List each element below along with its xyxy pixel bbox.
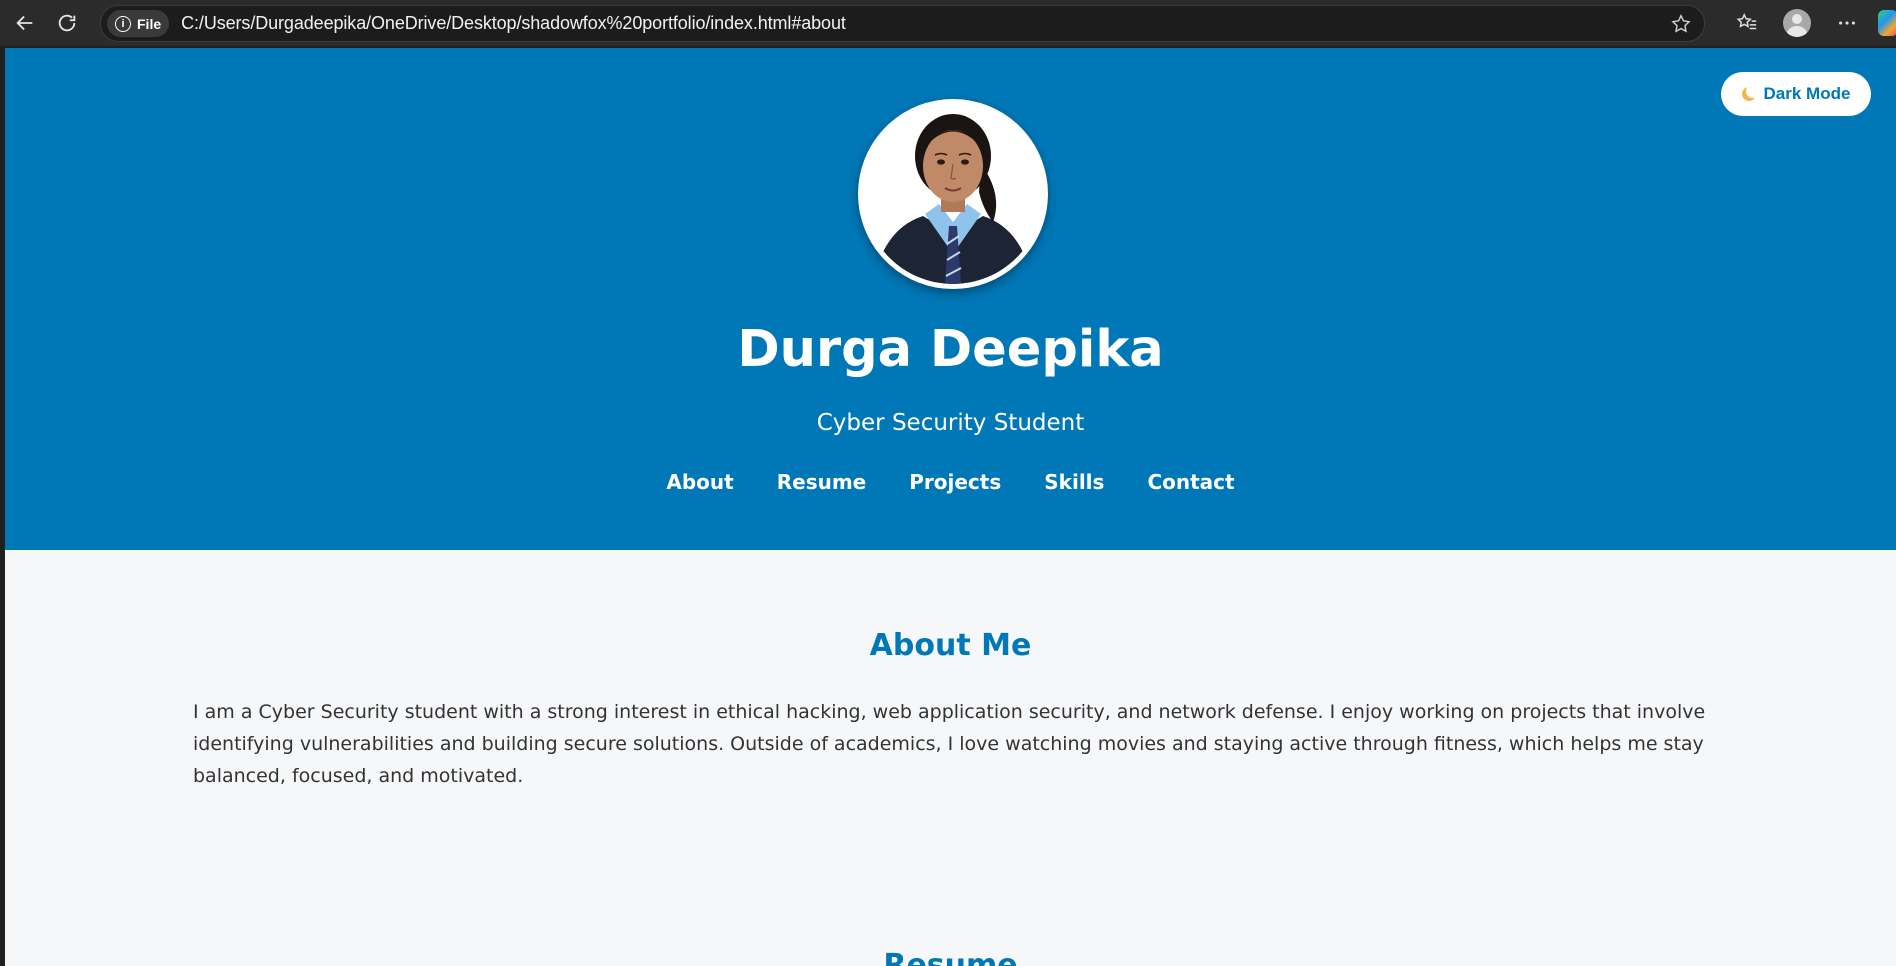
file-chip-label: File	[137, 15, 162, 32]
profile-avatar-icon	[1783, 9, 1811, 37]
copilot-icon[interactable]	[1878, 10, 1896, 36]
page-viewport: Dark Mode Durga Deepika Cyber Security S…	[5, 48, 1896, 966]
reload-icon	[58, 14, 76, 32]
address-bar[interactable]: i File C:/Users/Durgadeepika/OneDrive/De…	[100, 5, 1705, 42]
favorites-icon[interactable]	[1730, 6, 1764, 40]
hero-header: Dark Mode Durga Deepika Cyber Security S…	[5, 48, 1896, 550]
nav-link-projects[interactable]: Projects	[909, 470, 1001, 494]
resume-heading: Resume	[883, 948, 1018, 966]
nav-link-contact[interactable]: Contact	[1147, 470, 1234, 494]
nav-link-about[interactable]: About	[666, 470, 733, 494]
browser-toolbar: i File C:/Users/Durgadeepika/OneDrive/De…	[0, 0, 1896, 46]
more-menu-icon[interactable]	[1830, 6, 1864, 40]
info-icon: i	[115, 15, 131, 32]
back-arrow-icon	[16, 15, 33, 31]
nav-link-resume[interactable]: Resume	[777, 470, 867, 494]
url-text[interactable]: C:/Users/Durgadeepika/OneDrive/Desktop/s…	[181, 13, 846, 34]
moon-icon	[1741, 87, 1756, 101]
profile-photo-image	[863, 104, 1043, 284]
subtitle-role: Cyber Security Student	[816, 410, 1085, 436]
back-button[interactable]	[8, 6, 42, 40]
about-paragraph: I am a Cyber Security student with a str…	[193, 701, 1706, 787]
page-title: Durga Deepika	[737, 320, 1164, 379]
site-info-chip[interactable]: i File	[107, 10, 170, 37]
dark-mode-button[interactable]: Dark Mode	[1721, 72, 1871, 116]
main-nav: About Resume Projects Skills Contact	[5, 470, 1896, 494]
nav-link-skills[interactable]: Skills	[1044, 470, 1104, 494]
about-heading: About Me	[869, 628, 1032, 663]
profile-button[interactable]	[1780, 6, 1814, 40]
reload-button[interactable]	[50, 6, 84, 40]
favorite-star-icon[interactable]	[1670, 13, 1692, 39]
dark-mode-label: Dark Mode	[1763, 84, 1851, 103]
profile-photo	[858, 99, 1048, 289]
